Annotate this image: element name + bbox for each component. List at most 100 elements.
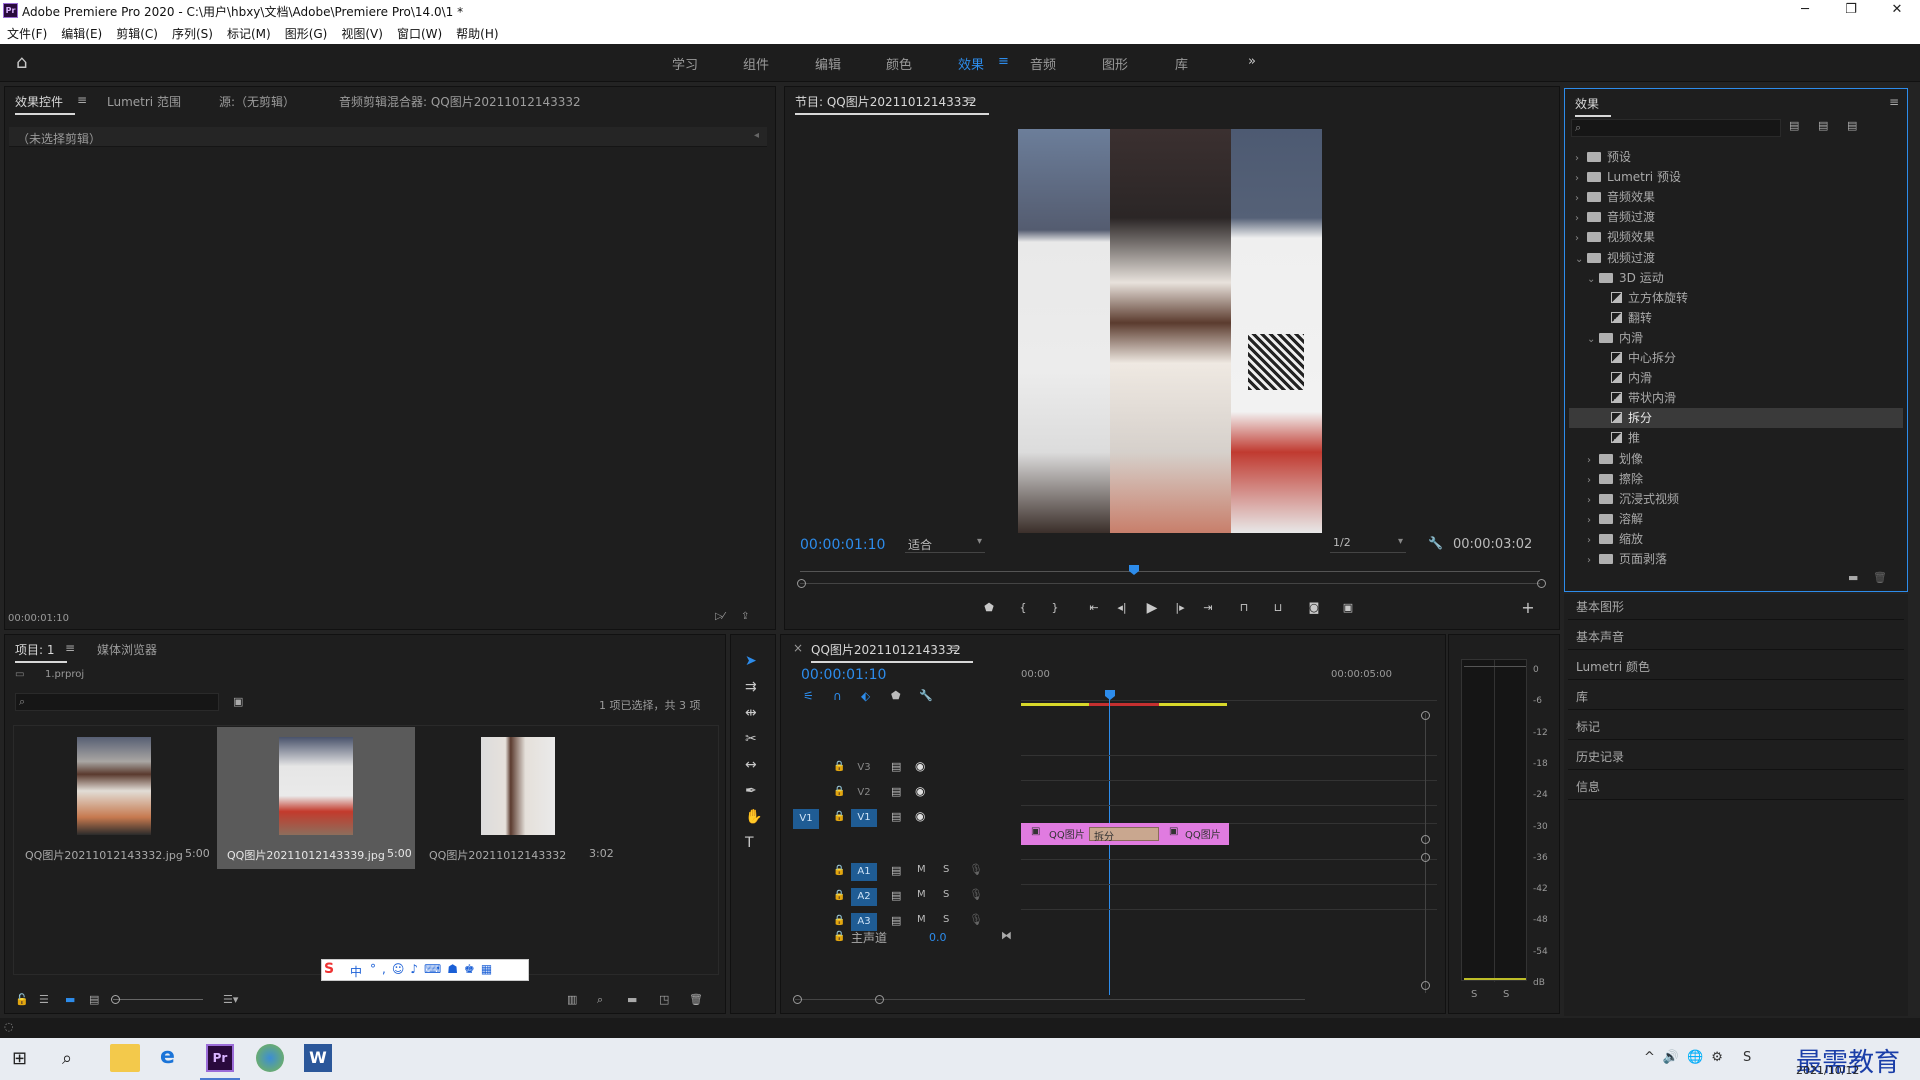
- go-to-in-icon[interactable]: ⇤: [1085, 599, 1103, 617]
- chevron-down-icon[interactable]: ⌄: [1575, 250, 1587, 270]
- workspace-audio[interactable]: 音频: [1030, 54, 1056, 73]
- automate-to-sequence-icon[interactable]: ▥: [567, 993, 577, 1006]
- new-search-bin-icon[interactable]: ▣: [233, 695, 243, 708]
- menu-window[interactable]: 窗口(W): [390, 22, 449, 42]
- effect-item[interactable]: 推: [1569, 428, 1903, 448]
- edge-icon[interactable]: e: [160, 1044, 175, 1069]
- find-icon[interactable]: ⌕: [597, 993, 603, 1007]
- hscroll-handle-left[interactable]: [793, 995, 802, 1004]
- panel-essential-sound[interactable]: 基本声音: [1576, 628, 1624, 645]
- icon-view-icon[interactable]: ▬: [65, 993, 75, 1006]
- chevron-right-icon[interactable]: ›: [1575, 149, 1587, 169]
- panel-lumetri-color[interactable]: Lumetri 颜色: [1576, 658, 1650, 675]
- track-lock-icon[interactable]: 🔒: [833, 761, 845, 772]
- solo-button[interactable]: S: [943, 864, 949, 875]
- effect-folder[interactable]: › 音频过渡: [1569, 207, 1903, 227]
- tab-effect-controls[interactable]: 效果控件: [15, 93, 76, 115]
- filter-icon[interactable]: ▷⁄: [715, 611, 724, 622]
- track-target[interactable]: A2: [851, 888, 877, 906]
- search-icon[interactable]: ⌕: [62, 1048, 72, 1069]
- clear-icon[interactable]: 🗑: [689, 993, 703, 1006]
- workspace-learn[interactable]: 学习: [672, 54, 698, 73]
- comparison-view-icon[interactable]: ▣: [1339, 599, 1357, 617]
- track-target[interactable]: V1: [851, 809, 877, 827]
- program-video-frame[interactable]: [1018, 129, 1322, 533]
- sync-lock-icon[interactable]: ▤: [891, 914, 901, 927]
- chevron-down-icon[interactable]: ⌄: [1587, 330, 1599, 350]
- zoom-handle-left[interactable]: [797, 579, 806, 588]
- pen-tool-icon[interactable]: ✒: [745, 783, 757, 799]
- chevron-right-icon[interactable]: ›: [1575, 229, 1587, 249]
- add-marker-icon[interactable]: ⬟: [891, 689, 901, 702]
- chevron-right-icon[interactable]: ›: [1587, 491, 1599, 511]
- chevron-right-icon[interactable]: ›: [1575, 189, 1587, 209]
- eye-icon[interactable]: ◉: [915, 759, 925, 773]
- step-forward-icon[interactable]: |▸: [1171, 599, 1189, 617]
- workspace-effects[interactable]: 效果: [958, 54, 984, 73]
- source-patch-v1[interactable]: V1: [793, 809, 819, 829]
- razor-tool-icon[interactable]: ✂: [745, 731, 757, 747]
- project-search-input[interactable]: ⌕: [15, 693, 219, 711]
- slip-tool-icon[interactable]: ↔: [745, 757, 757, 773]
- ime-tool-icons[interactable]: °,☺♪⌨☗♚▦: [370, 962, 498, 976]
- sort-icon[interactable]: ☰▾: [223, 993, 238, 1006]
- thumbnail-size-slider[interactable]: [113, 999, 203, 1000]
- panel-libraries[interactable]: 库: [1576, 688, 1588, 705]
- wrench-icon[interactable]: 🔧: [1428, 536, 1443, 550]
- extract-icon[interactable]: ⊔: [1269, 599, 1287, 617]
- track-select-tool-icon[interactable]: ⇉: [745, 679, 757, 695]
- timeline-timecode[interactable]: 00:00:01:10: [801, 667, 886, 683]
- close-button[interactable]: ✕: [1874, 0, 1920, 22]
- voiceover-mic-icon[interactable]: 🎙: [969, 888, 983, 901]
- list-view-icon[interactable]: ☰: [39, 993, 49, 1006]
- home-icon[interactable]: ⌂: [16, 52, 27, 73]
- solo-button[interactable]: S: [943, 914, 949, 925]
- program-scrub-ruler[interactable]: [800, 571, 1540, 572]
- go-to-out-icon[interactable]: ⇥: [1199, 599, 1217, 617]
- effect-folder[interactable]: › 页面剥落: [1569, 549, 1903, 569]
- effects-search-input[interactable]: ⌕: [1571, 119, 1781, 137]
- sync-lock-icon[interactable]: ▤: [891, 810, 901, 823]
- effect-folder[interactable]: ⌄ 视频过渡: [1569, 248, 1903, 268]
- timeline-hscroll[interactable]: [795, 999, 1305, 1000]
- chevron-right-icon[interactable]: ›: [1587, 471, 1599, 491]
- solo-right-button[interactable]: S: [1503, 989, 1509, 1000]
- video-track-header[interactable]: V1 🔒 V1 ▤ ◉: [781, 807, 1011, 829]
- project-item-selected[interactable]: QQ图片20211012143339.jpg 5:00: [217, 727, 415, 869]
- panel-history[interactable]: 历史记录: [1576, 748, 1624, 765]
- chevron-down-icon[interactable]: ⌄: [1587, 270, 1599, 290]
- effects-menu-icon[interactable]: ≡: [1889, 95, 1899, 109]
- menu-edit[interactable]: 编辑(E): [54, 22, 109, 42]
- effect-item[interactable]: 立方体旋转: [1569, 288, 1903, 308]
- menu-marker[interactable]: 标记(M): [220, 22, 278, 42]
- close-sequence-icon[interactable]: ×: [793, 641, 803, 655]
- tab-media-browser[interactable]: 媒体浏览器: [97, 641, 157, 658]
- chevron-right-icon[interactable]: ›: [1587, 511, 1599, 531]
- eye-icon[interactable]: ◉: [915, 809, 925, 823]
- ripple-edit-tool-icon[interactable]: ⇹: [745, 705, 757, 721]
- add-button-icon[interactable]: +: [1519, 599, 1537, 617]
- effect-folder[interactable]: ⌄ 3D 运动: [1569, 268, 1903, 288]
- effect-folder[interactable]: ⌄ 内滑: [1569, 328, 1903, 348]
- panel-essential-graphics[interactable]: 基本图形: [1576, 598, 1624, 615]
- voiceover-mic-icon[interactable]: 🎙: [969, 863, 983, 876]
- system-tray-icons[interactable]: ^🔊🌐⚙ S: [1644, 1050, 1759, 1065]
- project-item[interactable]: QQ图片20211012143332 3:02: [419, 727, 617, 867]
- workspace-menu-icon[interactable]: ≡: [998, 54, 1009, 69]
- slider-handle[interactable]: [111, 995, 120, 1004]
- program-menu-icon[interactable]: ≡: [965, 93, 975, 107]
- linked-selection-icon[interactable]: ⬖: [861, 689, 870, 703]
- resolution-dropdown[interactable]: 1/2: [1333, 536, 1351, 549]
- snap-icon[interactable]: ∩: [833, 689, 842, 703]
- master-lock-icon[interactable]: 🔒: [833, 931, 845, 942]
- chevron-right-icon[interactable]: ›: [1587, 451, 1599, 471]
- yuv-effects-icon[interactable]: ▤: [1847, 119, 1857, 132]
- export-icon[interactable]: ⇪: [741, 611, 749, 622]
- new-bin-icon[interactable]: ▬: [627, 993, 637, 1006]
- effect-folder[interactable]: › 沉浸式视频: [1569, 489, 1903, 509]
- file-explorer-icon[interactable]: [110, 1044, 140, 1072]
- ime-language-toggle[interactable]: 中: [350, 963, 362, 980]
- solo-button[interactable]: S: [943, 889, 949, 900]
- project-menu-icon[interactable]: ≡: [65, 641, 75, 655]
- chevron-right-icon[interactable]: ›: [1587, 551, 1599, 571]
